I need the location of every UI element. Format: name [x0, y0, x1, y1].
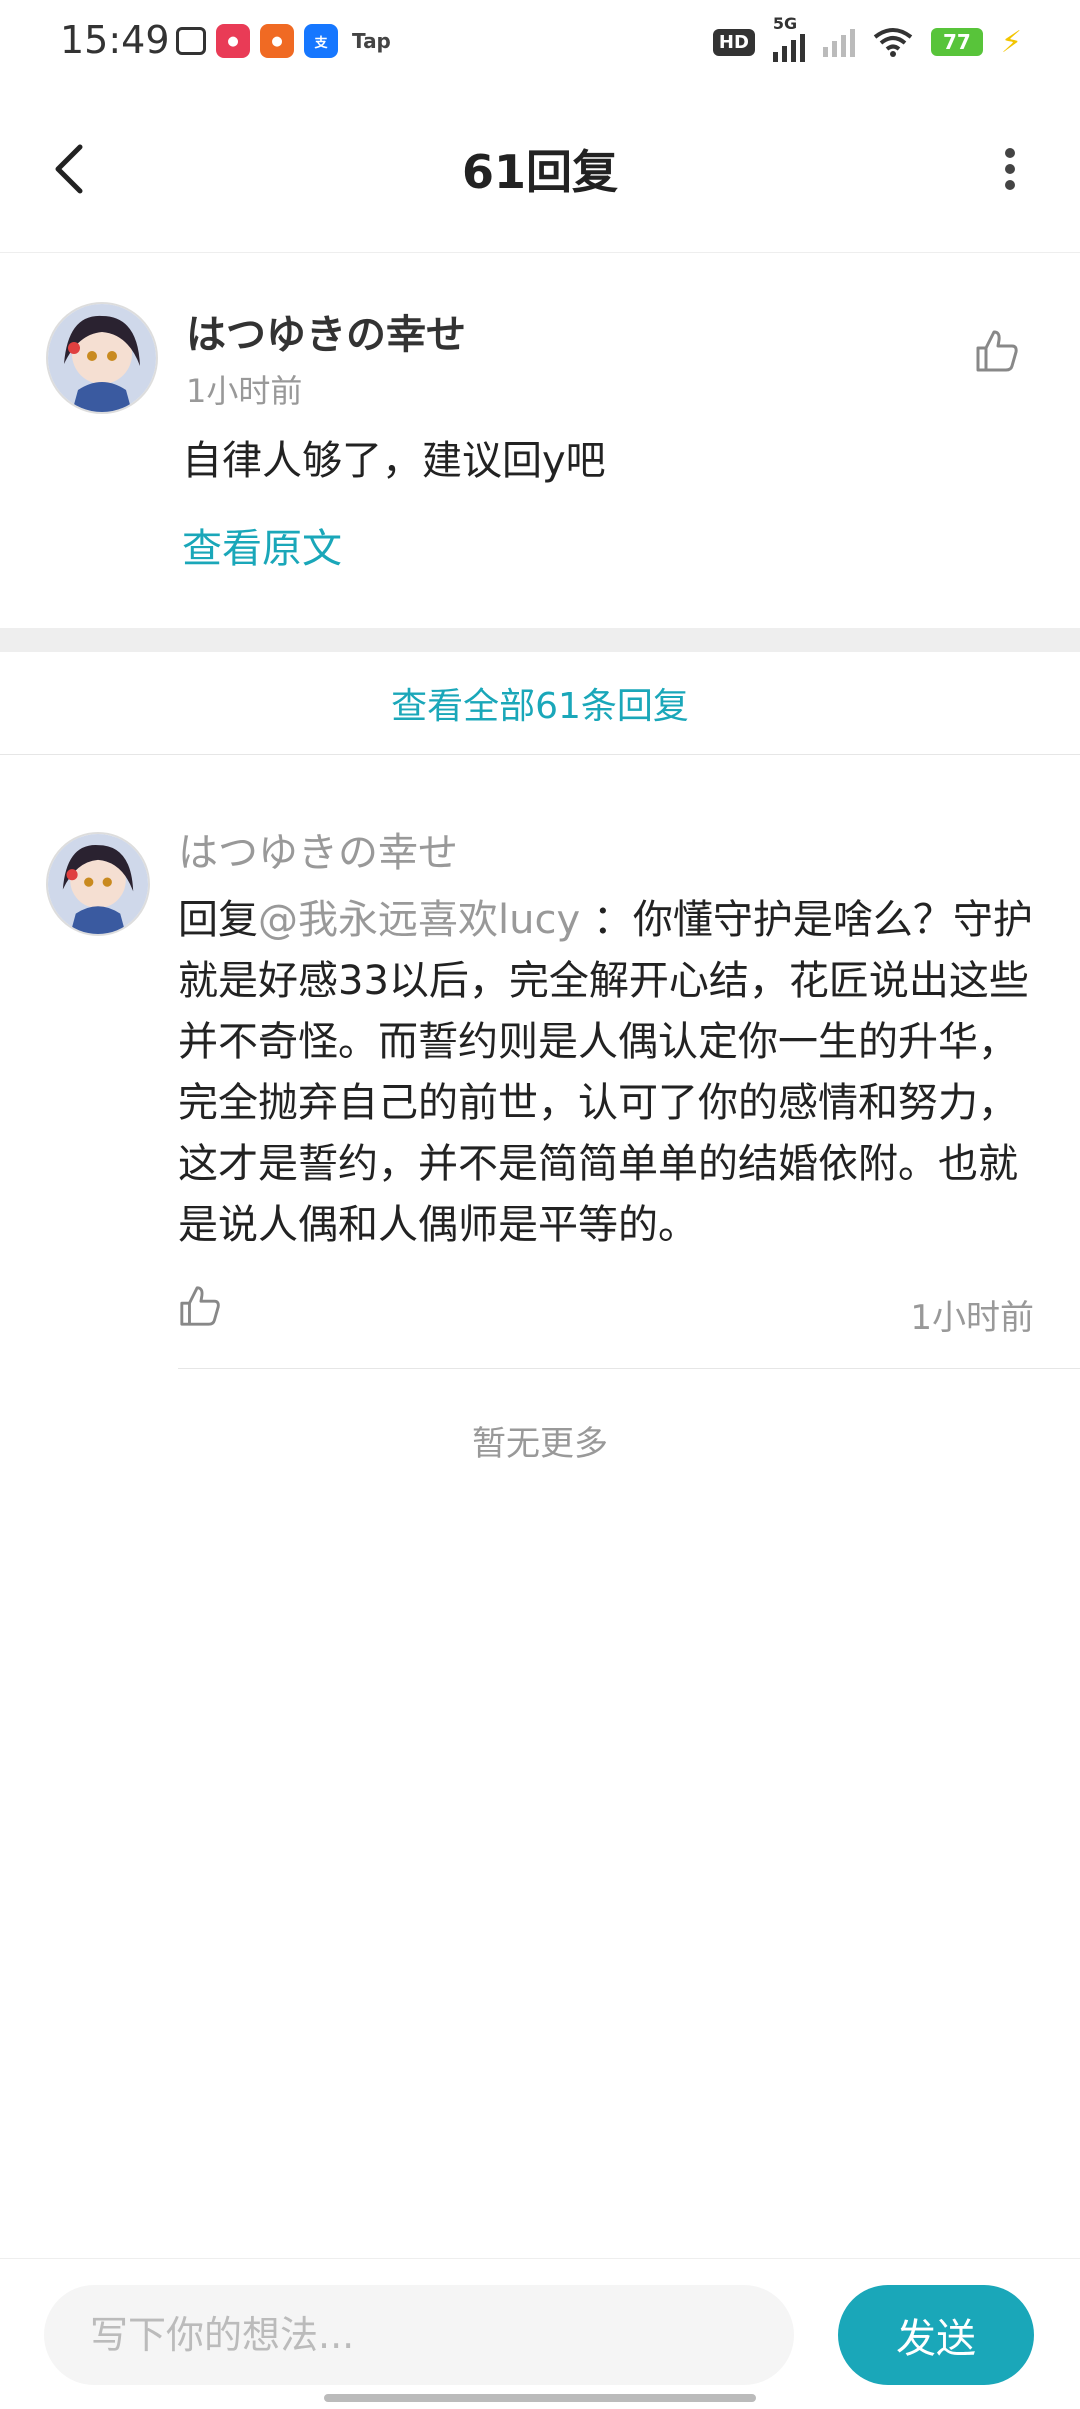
reply-like-button[interactable] [178, 1284, 222, 1332]
signal-sim2-icon [822, 27, 855, 57]
hd-voice-icon: HD [712, 28, 755, 56]
battery-icon: 77 [930, 28, 983, 56]
no-more-label: 暂无更多 [472, 1424, 608, 1464]
divider [178, 1368, 1080, 1369]
reply-prefix: 回复 [178, 897, 258, 943]
wifi-icon [873, 28, 913, 57]
reply-text: ：你懂守护是啥么？守护就是好感33以后，完全解开心结，花匠说出这些并不奇怪。而誓… [178, 897, 1033, 1248]
food-app-icon: ● [260, 24, 294, 58]
comment-content: 自律人够了，建议回y吧 [182, 438, 606, 484]
signal-5g-icon: 5G [772, 14, 805, 62]
system-indicators: HD 5G 77 ⚡ [712, 14, 1022, 62]
reply-content: 回复@我永远喜欢lucy ：你懂守护是啥么？守护就是好感33以后，完全解开心结，… [178, 890, 1038, 1256]
more-vertical-icon [1005, 148, 1015, 190]
comment-time: 1小时前 [186, 372, 303, 410]
charging-icon: ⚡ [1000, 24, 1022, 60]
status-bar: 15:49 ● ● 支 Tap HD 5G 77 ⚡ [0, 0, 1080, 86]
top-bar: 61回复 [0, 86, 1080, 253]
reply-mention[interactable]: @我永远喜欢lucy [258, 897, 580, 943]
original-comment: はつゆきの幸せ 1小时前 自律人够了，建议回y吧 查看原文 [0, 252, 1080, 628]
avatar-image [48, 834, 148, 934]
thumbs-up-icon [180, 1286, 220, 1326]
shop-app-icon: ● [216, 24, 250, 58]
reply-avatar[interactable] [46, 832, 150, 936]
view-all-replies-link[interactable]: 查看全部61条回复 [0, 652, 1080, 755]
reply-username[interactable]: はつゆきの幸せ [178, 820, 458, 878]
like-button[interactable] [974, 328, 1020, 378]
home-indicator[interactable] [324, 2394, 756, 2402]
avatar-image [48, 304, 156, 412]
send-button[interactable]: 发送 [838, 2285, 1034, 2385]
avatar[interactable] [46, 302, 158, 414]
reply-time: 1小时前 [910, 1298, 1034, 1338]
section-divider [0, 628, 1080, 652]
more-button[interactable] [980, 134, 1040, 204]
thumbs-up-icon [976, 330, 1018, 372]
comment-input[interactable] [44, 2285, 794, 2385]
comment-username[interactable]: はつゆきの幸せ [186, 302, 466, 360]
alipay-icon: 支 [304, 24, 338, 58]
bilibili-icon [176, 27, 206, 55]
status-time: 15:49 [60, 18, 170, 62]
view-original-link[interactable]: 查看原文 [182, 516, 342, 574]
notification-icons: ● ● 支 Tap [176, 24, 391, 58]
page-title: 61回复 [461, 145, 618, 199]
tap-app-icon: Tap [352, 29, 391, 53]
comment-composer: 发送 [0, 2258, 1080, 2409]
